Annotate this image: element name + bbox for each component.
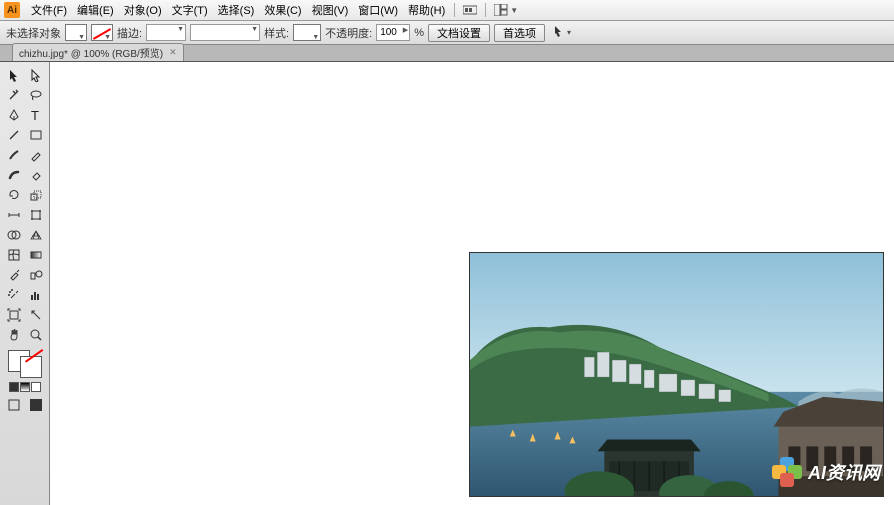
preferences-button[interactable]: 首选项 — [494, 24, 545, 42]
color-mode-row — [9, 382, 41, 392]
watermark-logo-icon — [772, 457, 802, 487]
chevron-down-icon: ▾ — [567, 28, 571, 37]
gradient-tool-icon[interactable] — [26, 246, 46, 264]
screen-mode-normal-icon[interactable] — [4, 396, 24, 414]
toolbox: T — [0, 62, 50, 505]
menu-window[interactable]: 窗口(W) — [353, 2, 403, 18]
line-tool-icon[interactable] — [4, 126, 24, 144]
slice-tool-icon[interactable] — [26, 306, 46, 324]
perspective-grid-tool-icon[interactable] — [26, 226, 46, 244]
hand-tool-icon[interactable] — [4, 326, 24, 344]
stroke-label: 描边: — [117, 25, 142, 41]
watermark-text: AI资讯网 — [808, 459, 880, 485]
lasso-tool-icon[interactable] — [26, 86, 46, 104]
tab-bar: chizhu.jpg* @ 100% (RGB/预览) ✕ — [0, 45, 894, 62]
pen-tool-icon[interactable] — [4, 106, 24, 124]
close-tab-icon[interactable]: ✕ — [169, 47, 177, 58]
menu-view[interactable]: 视图(V) — [307, 2, 354, 18]
magic-wand-tool-icon[interactable] — [4, 86, 24, 104]
separator — [485, 3, 486, 17]
stroke-swatch[interactable]: ▼ — [91, 24, 113, 41]
menu-help[interactable]: 帮助(H) — [403, 2, 450, 18]
selection-tool-icon[interactable] — [4, 66, 24, 84]
rotate-tool-icon[interactable] — [4, 186, 24, 204]
separator — [454, 3, 455, 17]
chevron-down-icon: ▼ — [510, 6, 518, 15]
app-logo-icon: Ai — [4, 2, 20, 18]
column-graph-tool-icon[interactable] — [26, 286, 46, 304]
cursor-options-icon[interactable] — [553, 24, 567, 41]
opacity-input[interactable] — [376, 24, 410, 41]
menu-effect[interactable]: 效果(C) — [259, 2, 306, 18]
stroke-weight-input[interactable] — [146, 24, 186, 41]
eraser-tool-icon[interactable] — [26, 166, 46, 184]
menu-file[interactable]: 文件(F) — [26, 2, 72, 18]
eyedropper-tool-icon[interactable] — [4, 266, 24, 284]
menu-bar: Ai 文件(F) 编辑(E) 对象(O) 文字(T) 选择(S) 效果(C) 视… — [0, 0, 894, 21]
paintbrush-tool-icon[interactable] — [4, 146, 24, 164]
stroke-profile-input[interactable] — [190, 24, 260, 41]
menu-type[interactable]: 文字(T) — [167, 2, 213, 18]
rectangle-tool-icon[interactable] — [26, 126, 46, 144]
shape-builder-tool-icon[interactable] — [4, 226, 24, 244]
style-swatch[interactable]: ▼ — [293, 24, 321, 41]
menu-object[interactable]: 对象(O) — [119, 2, 167, 18]
menu-edit[interactable]: 编辑(E) — [72, 2, 119, 18]
opacity-label: 不透明度: — [325, 25, 372, 41]
blob-brush-tool-icon[interactable] — [4, 166, 24, 184]
width-tool-icon[interactable] — [4, 206, 24, 224]
main-area: T — [0, 62, 894, 505]
control-bar: 未选择对象 ▼ ▼ 描边: ▼ ▼ 样式: ▼ 不透明度: ▶ % 文档设置 首… — [0, 21, 894, 45]
scale-tool-icon[interactable] — [26, 186, 46, 204]
mesh-tool-icon[interactable] — [4, 246, 24, 264]
selection-status: 未选择对象 — [6, 25, 61, 41]
bridge-icon[interactable] — [461, 2, 479, 18]
screen-mode-full-icon[interactable] — [26, 396, 46, 414]
document-tab[interactable]: chizhu.jpg* @ 100% (RGB/预览) ✕ — [12, 43, 184, 61]
canvas[interactable]: AI资讯网 — [50, 62, 894, 505]
watermark: AI资讯网 — [772, 457, 880, 487]
color-mode-solid-icon[interactable] — [9, 382, 19, 392]
zoom-tool-icon[interactable] — [26, 326, 46, 344]
pencil-tool-icon[interactable] — [26, 146, 46, 164]
tab-title: chizhu.jpg* @ 100% (RGB/预览) — [19, 45, 163, 60]
free-transform-tool-icon[interactable] — [26, 206, 46, 224]
style-label: 样式: — [264, 25, 289, 41]
color-mode-gradient-icon[interactable] — [20, 382, 30, 392]
document-setup-button[interactable]: 文档设置 — [428, 24, 490, 42]
fill-stroke-indicator[interactable] — [8, 350, 42, 378]
color-mode-none-icon[interactable] — [31, 382, 41, 392]
arrange-icon[interactable] — [492, 2, 510, 18]
artboard-tool-icon[interactable] — [4, 306, 24, 324]
direct-selection-tool-icon[interactable] — [26, 66, 46, 84]
symbol-sprayer-tool-icon[interactable] — [4, 286, 24, 304]
stroke-color-icon[interactable] — [20, 356, 42, 378]
opacity-unit: % — [414, 27, 424, 39]
menu-select[interactable]: 选择(S) — [213, 2, 260, 18]
blend-tool-icon[interactable] — [26, 266, 46, 284]
screen-mode-row — [4, 396, 46, 414]
tool-grid: T — [4, 66, 46, 344]
fill-swatch[interactable]: ▼ — [65, 24, 87, 41]
svg-text:T: T — [31, 108, 39, 122]
type-tool-icon[interactable]: T — [26, 106, 46, 124]
